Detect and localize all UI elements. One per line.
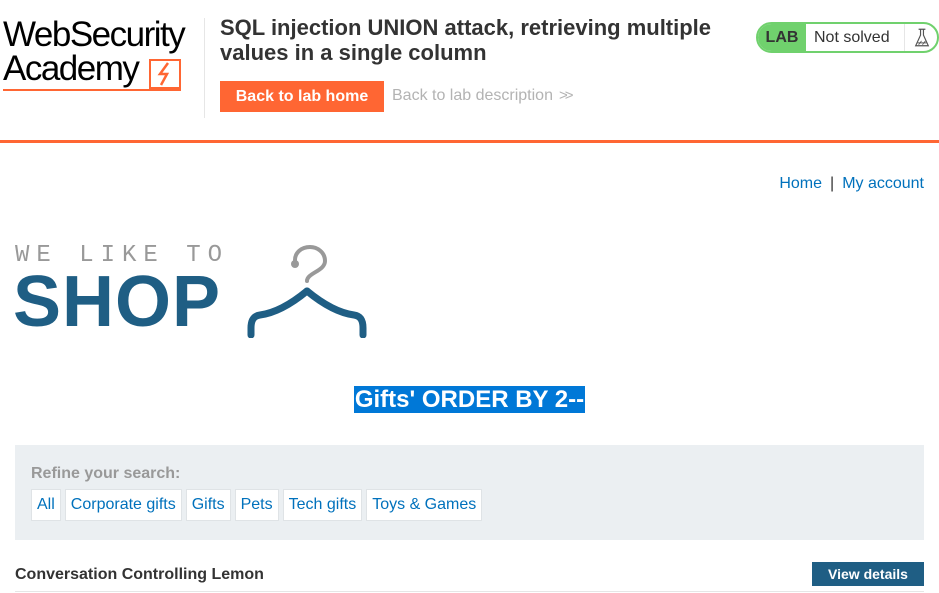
double-chevron-right-icon: >> [558,87,573,104]
search-results-heading: Gifts' ORDER BY 2-- [0,386,939,414]
refine-search-label: Refine your search: [31,465,181,482]
lab-status-text: Not solved [814,29,890,46]
category-filter-tech-gifts[interactable]: Tech gifts [282,489,363,521]
category-filter-all[interactable]: All [31,489,61,521]
header-bottom-rule [0,140,939,143]
academy-header: WebSecurity Academy SQL injection UNION … [0,0,939,143]
web-security-academy-logo[interactable]: WebSecurity Academy [3,15,203,93]
lab-status-tag: LAB [758,24,806,51]
nav-separator: | [830,175,835,192]
logo-line-1: WebSecurity [3,15,186,54]
category-filter-gifts[interactable]: Gifts [185,489,231,521]
flask-icon [904,24,930,51]
lab-title: SQL injection UNION attack, retrieving m… [220,15,712,65]
top-nav: Home | My account [779,175,924,193]
product-row: Conversation Controlling Lemon View deta… [15,558,924,592]
product-name: Conversation Controlling Lemon [15,566,264,583]
category-filter-toys-games[interactable]: Toys & Games [366,489,483,521]
view-details-button[interactable]: View details [812,562,924,586]
back-to-lab-description-label: Back to lab description [392,87,553,104]
header-divider [204,18,205,118]
logo-underline [3,89,181,91]
shop-logo-word: SHOP [13,262,222,342]
clothes-hanger-icon [247,244,367,338]
lightning-bolt-icon [149,59,181,89]
category-filter-pets[interactable]: Pets [234,489,279,521]
lab-status-widget: LAB Not solved [756,22,939,53]
nav-home-link[interactable]: Home [779,175,822,192]
category-filter-corporate-gifts[interactable]: Corporate gifts [64,489,182,521]
back-to-lab-description-link[interactable]: Back to lab description >> [392,87,573,105]
we-like-to-shop-logo: WE LIKE TO SHOP [13,240,375,342]
nav-my-account-link[interactable]: My account [842,175,924,192]
category-filter-list: All Corporate gifts Gifts Pets Tech gift… [31,489,483,521]
back-to-lab-home-button[interactable]: Back to lab home [220,81,384,112]
filter-panel: Refine your search: All Corporate gifts … [15,445,924,540]
search-term-highlighted: Gifts' ORDER BY 2-- [353,386,586,413]
